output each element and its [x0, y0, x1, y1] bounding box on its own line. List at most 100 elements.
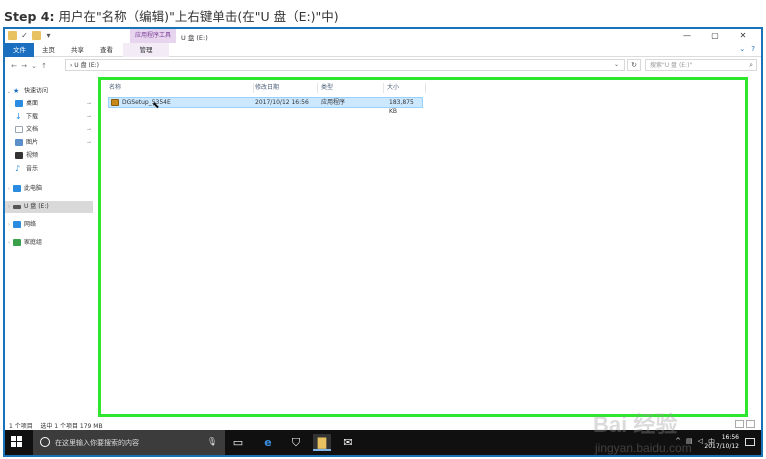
recent-locations-icon[interactable]: ⌄ — [29, 62, 39, 70]
close-button[interactable]: ✕ — [729, 29, 757, 43]
column-divider[interactable] — [425, 83, 426, 93]
nav-label: 视频 — [26, 152, 39, 159]
download-icon: ↓ — [15, 112, 22, 121]
nav-quick-access[interactable]: ⌄ ★ 快速访问 — [5, 85, 93, 97]
help-icon[interactable]: ? — [751, 45, 755, 53]
folder-icon — [8, 31, 17, 40]
address-row: ← → ⌄ ↑ › U 盘 (E:) ⌄ ↻ 搜索"U 盘 (E:)" ⌕ — [5, 59, 761, 73]
address-dropdown-icon[interactable]: ⌄ — [614, 59, 619, 71]
column-divider[interactable] — [253, 83, 254, 93]
nav-label: 文档 — [26, 126, 39, 133]
windows-start-icon[interactable] — [11, 436, 23, 448]
up-icon[interactable]: ↑ — [39, 62, 49, 70]
file-name: DGSetup_5354E — [122, 99, 171, 106]
window-controls: — ▢ ✕ — [673, 29, 757, 43]
file-explorer-icon[interactable]: ▇ — [313, 434, 331, 451]
quick-access-toolbar: ✓ ▾ — [8, 31, 53, 40]
clock-time: 16:56 — [721, 434, 739, 441]
expand-caret-icon[interactable]: › — [5, 219, 13, 231]
tab-home[interactable]: 主页 — [34, 43, 63, 57]
taskbar: 在这里输入你要搜索的内容 🎙 ▭ e ⛉ ▇ ✉ ^ ▤ ◁ 中 16:56 2… — [5, 430, 761, 455]
refresh-icon[interactable]: ↻ — [627, 59, 641, 71]
computer-icon — [13, 185, 21, 192]
network-icon — [13, 221, 21, 228]
nav-music[interactable]: ♪ 音乐 — [5, 163, 93, 175]
step-caption: Step 4: 用户在"名称（编辑)"上右键单击(在"U 盘（E:)"中) — [4, 6, 339, 24]
clock-date: 2017/10/12 — [704, 443, 739, 450]
store-icon[interactable]: ⛉ — [287, 434, 305, 451]
pin-icon: ⊸ — [86, 127, 91, 133]
step-label: Step 4: — [4, 9, 55, 24]
new-folder-icon[interactable] — [32, 31, 41, 40]
selection-info: 选中 1 个项目 179 MB — [40, 423, 103, 430]
tab-file[interactable]: 文件 — [5, 43, 34, 57]
nav-desktop[interactable]: 桌面 ⊸ — [5, 98, 93, 110]
ribbon-expand-icon[interactable]: ⌄ — [739, 45, 745, 53]
ribbon-tabs: 文件 主页 共享 查看 管理 — [5, 43, 761, 57]
expand-caret-icon[interactable]: › — [5, 237, 13, 249]
minimize-button[interactable]: — — [673, 29, 701, 43]
nav-documents[interactable]: 文档 ⊸ — [5, 124, 93, 136]
nav-downloads[interactable]: ↓ 下载 ⊸ — [5, 111, 93, 123]
file-type: 应用程序 — [321, 99, 346, 106]
volume-icon[interactable]: ◁ — [698, 437, 703, 447]
clock[interactable]: 16:56 2017/10/12 — [704, 433, 739, 451]
column-size[interactable]: 大小 — [387, 82, 399, 94]
nav-network[interactable]: › 网络 — [5, 219, 93, 231]
step-text: 用户在"名称（编辑)"上右键单击(在"U 盘（E:)"中) — [58, 9, 339, 24]
search-input[interactable]: 搜索"U 盘 (E:)" ⌕ — [645, 59, 757, 71]
customize-toolbar-icon[interactable]: ▾ — [44, 31, 53, 40]
nav-label: 图片 — [26, 139, 39, 146]
application-icon — [111, 99, 119, 106]
tab-manage[interactable]: 管理 — [123, 43, 169, 57]
tab-view[interactable]: 查看 — [92, 43, 121, 57]
file-list-area: 名称 修改日期 类型 大小 DGSetup_5354E 2017/10/12 1… — [98, 77, 748, 417]
usb-drive-icon — [13, 204, 21, 209]
pictures-icon — [15, 139, 23, 146]
nav-videos[interactable]: 视频 — [5, 150, 93, 162]
column-divider[interactable] — [317, 83, 318, 93]
mouse-cursor-icon: ⬉ — [152, 101, 160, 111]
edge-icon[interactable]: e — [259, 434, 277, 451]
details-view-icon[interactable] — [735, 420, 744, 428]
search-icon: ⌕ — [749, 61, 753, 69]
column-divider[interactable] — [383, 83, 384, 93]
large-icons-view-icon[interactable] — [746, 420, 755, 428]
taskbar-search-box[interactable]: 在这里输入你要搜索的内容 🎙 — [33, 430, 225, 455]
back-icon[interactable]: ← — [9, 62, 19, 70]
file-modified: 2017/10/12 16:56 — [255, 99, 309, 106]
maximize-button[interactable]: ▢ — [701, 29, 729, 43]
file-size: 183,875 KB — [389, 99, 414, 115]
expand-caret-icon[interactable]: › — [5, 201, 13, 213]
column-headers: 名称 修改日期 类型 大小 — [107, 82, 737, 94]
tab-share[interactable]: 共享 — [63, 43, 92, 57]
forward-icon[interactable]: → — [19, 62, 29, 70]
nav-label: U 盘 (E:) — [24, 203, 49, 210]
mail-icon[interactable]: ✉ — [339, 434, 357, 451]
item-count: 1 个项目 — [9, 423, 33, 430]
nav-pictures[interactable]: 图片 ⊸ — [5, 137, 93, 149]
action-center-icon[interactable] — [745, 438, 755, 446]
nav-this-pc[interactable]: › 此电脑 — [5, 183, 93, 195]
task-view-icon[interactable]: ▭ — [229, 434, 247, 451]
nav-label: 家庭组 — [24, 239, 43, 246]
microphone-icon[interactable]: 🎙 — [207, 437, 217, 446]
search-placeholder: 搜索"U 盘 (E:)" — [650, 62, 693, 69]
properties-icon[interactable]: ✓ — [20, 31, 29, 40]
nav-homegroup[interactable]: › 家庭组 — [5, 237, 93, 249]
cortana-icon — [40, 437, 50, 447]
view-switcher — [735, 420, 755, 428]
column-name[interactable]: 名称 — [109, 82, 121, 94]
address-bar[interactable]: › U 盘 (E:) — [65, 59, 625, 71]
column-type[interactable]: 类型 — [321, 82, 333, 94]
expand-caret-icon[interactable]: › — [5, 183, 13, 195]
pin-icon: ⊸ — [86, 140, 91, 146]
network-tray-icon[interactable]: ▤ — [686, 437, 693, 447]
column-modified[interactable]: 修改日期 — [255, 82, 279, 94]
navigation-pane: ⌄ ★ 快速访问 桌面 ⊸ ↓ 下载 ⊸ 文档 ⊸ 图片 ⊸ 视频 ♪ 音乐 › 此电脑 › U 盘… — [5, 77, 93, 417]
show-hidden-icons-icon[interactable]: ^ — [675, 437, 681, 447]
pin-icon: ⊸ — [86, 101, 91, 107]
address-path: › U 盘 (E:) — [70, 62, 100, 69]
nav-usb-drive[interactable]: › U 盘 (E:) — [5, 201, 93, 213]
expand-caret-icon[interactable]: ⌄ — [5, 86, 13, 98]
